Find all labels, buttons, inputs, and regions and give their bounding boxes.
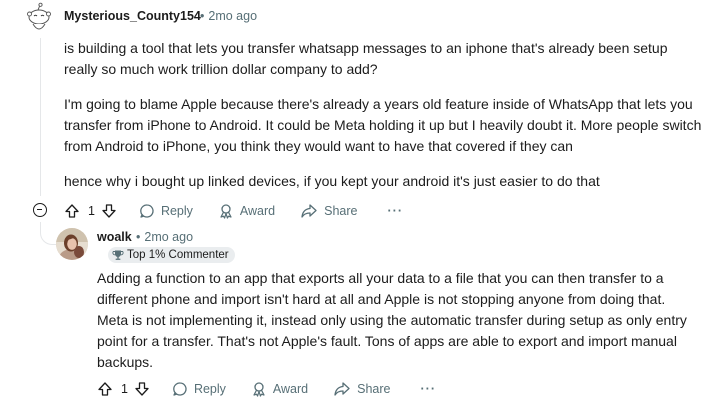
comment-body-paragraph: Adding a function to an app that exports…	[97, 270, 687, 370]
share-label: Share	[324, 204, 358, 218]
vote-count: 1	[88, 204, 95, 218]
flair-label: Top 1% Commenter	[127, 249, 229, 261]
thread-connector	[40, 222, 57, 245]
comment-bubble-icon	[173, 382, 187, 396]
more-options-icon: ···	[387, 204, 403, 218]
comment-timestamp[interactable]: 2mo ago	[144, 230, 193, 244]
comment-action-bar: 1 Reply Award Share ···	[97, 377, 436, 401]
comment-meta: • 2mo ago	[130, 230, 193, 244]
downvote-arrow-icon	[135, 382, 149, 396]
more-options-icon: ···	[420, 382, 436, 396]
comment-body-paragraph: hence why i bought up linked devices, if…	[64, 173, 600, 189]
meta-separator: •	[136, 230, 141, 244]
more-options-button[interactable]: ···	[388, 204, 404, 218]
downvote-button[interactable]	[101, 203, 117, 219]
trophy-icon	[112, 250, 124, 260]
award-button[interactable]: Award	[251, 381, 308, 397]
share-button[interactable]: Share	[333, 381, 391, 397]
upvote-button[interactable]	[64, 203, 80, 219]
award-label: Award	[239, 204, 276, 218]
comment-author[interactable]: woalk	[97, 230, 132, 244]
vote-count: 1	[121, 382, 128, 396]
user-photo-avatar-icon	[56, 228, 88, 260]
award-label: Award	[272, 382, 309, 396]
thread-line	[40, 38, 41, 196]
reply-label: Reply	[160, 204, 193, 218]
downvote-button[interactable]	[134, 381, 150, 397]
comment-timestamp[interactable]: 2mo ago	[208, 9, 257, 23]
user-flair-badge: Top 1% Commenter	[108, 247, 235, 263]
award-button[interactable]: Award	[218, 203, 275, 219]
avatar[interactable]	[23, 2, 55, 34]
collapse-thread-button[interactable]	[33, 203, 47, 217]
reply-button[interactable]: Reply	[139, 203, 193, 219]
share-button[interactable]: Share	[300, 203, 358, 219]
reply-button[interactable]: Reply	[172, 381, 226, 397]
award-icon	[253, 382, 265, 397]
downvote-arrow-icon	[102, 204, 116, 218]
comment-body-paragraph: is building a tool that lets you transfe…	[64, 40, 668, 77]
share-arrow-icon	[334, 382, 350, 396]
upvote-arrow-icon	[98, 382, 112, 396]
comment-meta: • 2mo ago	[194, 9, 257, 23]
avatar[interactable]	[56, 228, 88, 260]
more-options-button[interactable]: ···	[421, 382, 437, 396]
award-icon	[220, 204, 232, 219]
upvote-button[interactable]	[97, 381, 113, 397]
snoo-avatar-icon	[23, 2, 55, 34]
comment-bubble-icon	[140, 204, 154, 218]
upvote-arrow-icon	[65, 204, 79, 218]
comment-author[interactable]: Mysterious_County154	[64, 9, 201, 23]
share-label: Share	[357, 382, 391, 396]
reply-label: Reply	[193, 382, 226, 396]
share-arrow-icon	[301, 204, 317, 218]
comment-action-bar: 1 Reply Award Share ···	[64, 199, 403, 223]
meta-separator: •	[200, 9, 205, 23]
comment-body-paragraph: I'm going to blame Apple because there's…	[64, 96, 702, 154]
